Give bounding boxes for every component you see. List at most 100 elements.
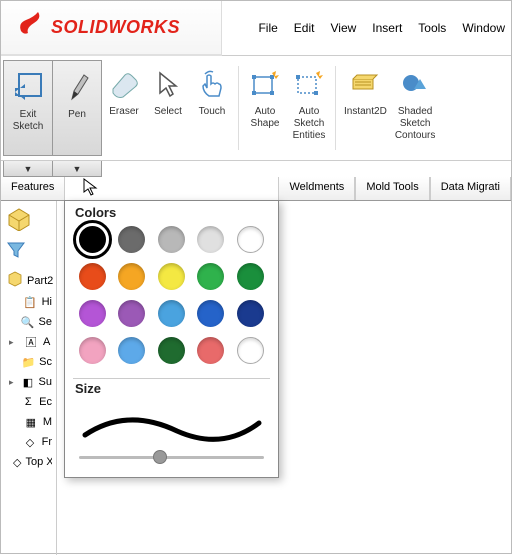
- auto-sketch-entities-icon: [291, 64, 327, 104]
- tab-weldments[interactable]: Weldments: [278, 177, 355, 200]
- size-slider[interactable]: [73, 456, 270, 463]
- feature-tree-panel: Part2 📋Hi 🔍Se ▸🄰A 📁Sc ▸◧Su ΣEc ▦M ◇Fr ◇T…: [1, 201, 57, 555]
- tree-item[interactable]: ◇Fr: [9, 432, 52, 452]
- menu-window[interactable]: Window: [456, 17, 511, 39]
- color-swatch[interactable]: [118, 226, 145, 253]
- app-logo: SOLIDWORKS: [1, 1, 222, 56]
- plane-icon: ◇: [22, 434, 37, 450]
- exit-sketch-button[interactable]: Exit Sketch: [3, 60, 53, 156]
- eraser-icon: [106, 64, 142, 104]
- plane-icon: ◇: [13, 454, 21, 470]
- color-swatch[interactable]: [237, 226, 264, 253]
- ribbon-separator: [335, 66, 336, 150]
- folder-icon: 📁: [21, 354, 35, 370]
- sensors-icon: 🔍: [21, 314, 35, 330]
- chevron-down-icon: ▼: [24, 164, 33, 174]
- color-swatch[interactable]: [158, 263, 185, 290]
- menubar: File Edit View Insert Tools Window: [222, 17, 511, 39]
- color-swatch[interactable]: [197, 300, 224, 327]
- stroke-preview: [73, 402, 270, 456]
- ribbon-dropdown-row: ▼ ▼: [1, 161, 511, 177]
- filter-icon[interactable]: [5, 240, 27, 265]
- instant2d-button[interactable]: Instant2D: [340, 58, 391, 158]
- expand-icon[interactable]: ▸: [9, 377, 17, 388]
- exit-sketch-dropdown[interactable]: ▼: [3, 161, 53, 177]
- auto-shape-button[interactable]: Auto Shape: [243, 58, 287, 158]
- annotations-icon: 🄰: [23, 334, 39, 350]
- color-swatch[interactable]: [197, 337, 224, 364]
- tree-item[interactable]: 📋Hi: [9, 292, 52, 312]
- tree-item[interactable]: ▸🄰A: [9, 332, 52, 352]
- select-button[interactable]: Select: [146, 58, 190, 158]
- part-icon[interactable]: [5, 205, 33, 236]
- color-swatch[interactable]: [158, 226, 185, 253]
- color-swatch[interactable]: [79, 337, 106, 364]
- color-swatch[interactable]: [237, 337, 264, 364]
- titlebar: SOLIDWORKS File Edit View Insert Tools W…: [1, 1, 511, 56]
- menu-tools[interactable]: Tools: [412, 17, 452, 39]
- part-doc-icon: [7, 271, 23, 290]
- app-name: SOLIDWORKS: [51, 17, 180, 38]
- tree-item[interactable]: 📁Sc: [9, 352, 52, 372]
- color-swatch[interactable]: [158, 300, 185, 327]
- tab-mold-tools[interactable]: Mold Tools: [355, 177, 429, 200]
- pen-button[interactable]: Pen: [52, 60, 102, 156]
- menu-file[interactable]: File: [252, 17, 283, 39]
- tree-item[interactable]: ◇Top XZ: [9, 452, 52, 472]
- tab-features[interactable]: Features: [1, 177, 65, 200]
- menu-view[interactable]: View: [324, 17, 362, 39]
- surface-icon: ◧: [21, 374, 34, 390]
- tree-item[interactable]: 🔍Se: [9, 312, 52, 332]
- select-cursor-icon: [150, 64, 186, 104]
- slider-thumb[interactable]: [153, 450, 167, 464]
- auto-shape-icon: [247, 64, 283, 104]
- touch-label: Touch: [199, 106, 226, 118]
- auto-sketch-entities-button[interactable]: Auto Sketch Entities: [287, 58, 331, 158]
- tree-item[interactable]: ΣEc: [9, 392, 52, 412]
- touch-button[interactable]: Touch: [190, 58, 234, 158]
- color-swatch[interactable]: [197, 226, 224, 253]
- auto-shape-label: Auto Shape: [251, 106, 280, 130]
- color-swatch[interactable]: [158, 337, 185, 364]
- color-swatch[interactable]: [79, 263, 106, 290]
- menu-insert[interactable]: Insert: [366, 17, 408, 39]
- pen-options-popup: Colors Size: [64, 200, 279, 478]
- menu-edit[interactable]: Edit: [288, 17, 321, 39]
- color-swatch[interactable]: [79, 300, 106, 327]
- select-label: Select: [154, 106, 182, 118]
- tree-item[interactable]: ▸◧Su: [9, 372, 52, 392]
- ribbon-separator: [238, 66, 239, 150]
- exit-sketch-label: Exit Sketch: [13, 109, 44, 133]
- logo-ds-icon: [16, 8, 46, 46]
- color-swatch[interactable]: [237, 300, 264, 327]
- tree-item[interactable]: ▦M: [9, 412, 52, 432]
- pen-icon: [59, 67, 95, 107]
- expand-icon[interactable]: ▸: [9, 337, 19, 348]
- color-swatch[interactable]: [118, 300, 145, 327]
- pen-dropdown[interactable]: ▼: [52, 161, 102, 177]
- color-swatch[interactable]: [197, 263, 224, 290]
- ribbon: Exit Sketch Pen Eraser Select Touch Auto…: [1, 56, 511, 161]
- tab-data-migration[interactable]: Data Migrati: [430, 177, 511, 200]
- eraser-button[interactable]: Eraser: [102, 58, 146, 158]
- history-icon: 📋: [22, 294, 37, 310]
- color-swatch[interactable]: [79, 226, 106, 253]
- colors-heading: Colors: [75, 205, 270, 220]
- part-name: Part2: [27, 275, 53, 287]
- color-swatch[interactable]: [118, 263, 145, 290]
- equations-icon: Σ: [22, 394, 36, 410]
- part-node[interactable]: Part2: [5, 269, 52, 292]
- shaded-contours-label: Shaded Sketch Contours: [395, 106, 436, 142]
- pen-label: Pen: [68, 109, 86, 121]
- shaded-contours-button[interactable]: Shaded Sketch Contours: [391, 58, 440, 158]
- auto-sketch-entities-label: Auto Sketch Entities: [293, 106, 326, 142]
- instant2d-label: Instant2D: [344, 106, 387, 118]
- color-swatch[interactable]: [237, 263, 264, 290]
- command-tabbar: Features Weldments Mold Tools Data Migra…: [1, 177, 511, 201]
- color-swatch-grid: [73, 226, 270, 374]
- touch-hand-icon: [194, 64, 230, 104]
- shaded-contours-icon: [397, 64, 433, 104]
- slider-track: [79, 456, 264, 459]
- size-heading: Size: [75, 381, 270, 396]
- color-swatch[interactable]: [118, 337, 145, 364]
